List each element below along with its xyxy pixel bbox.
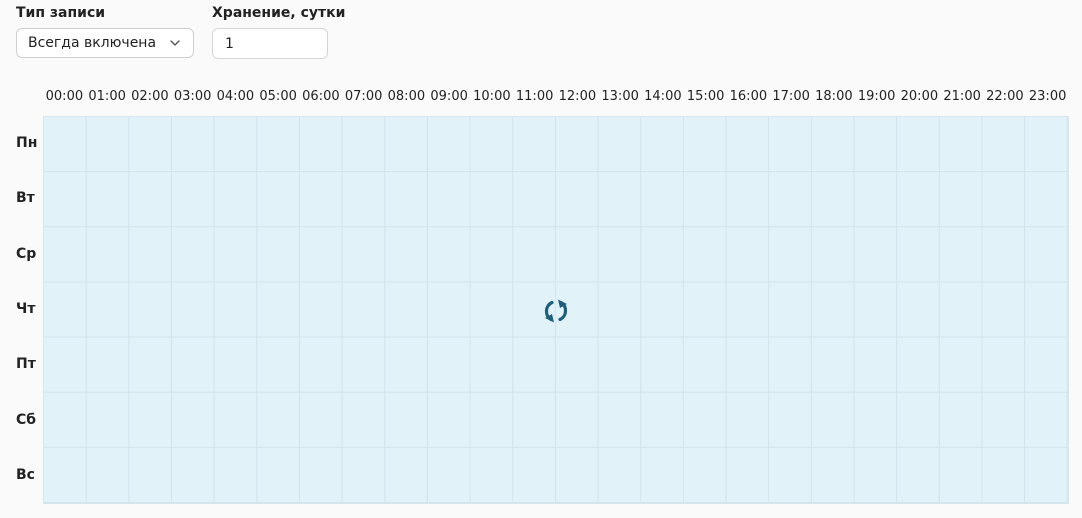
day-label: Пт — [16, 356, 36, 373]
day-label: Пн — [16, 134, 38, 151]
day-label: Вс — [16, 467, 35, 484]
recording-schedule-panel: Тип записи Всегда включена Хранение, сут… — [0, 0, 1082, 518]
day-axis: Пн Вт Ср Чт Пт Сб Вс — [0, 116, 43, 504]
record-type-label: Тип записи — [16, 5, 106, 21]
hour-label: 23:00 — [1028, 89, 1067, 104]
day-label: Ср — [16, 245, 37, 262]
storage-days-label: Хранение, сутки — [212, 5, 346, 21]
record-type-select[interactable]: Всегда включена — [16, 28, 194, 58]
chevron-down-icon — [170, 40, 180, 46]
day-label: Чт — [16, 301, 36, 317]
record-type-value: Всегда включена — [28, 35, 157, 51]
storage-days-input[interactable] — [212, 28, 328, 59]
day-label: Сб — [16, 411, 37, 428]
day-label: Вт — [16, 190, 35, 207]
hour-axis: 00:00 01:00 02:00 03:00 04:00 05:00 06:00 07:00… — [43, 89, 1069, 105]
refresh-icon — [544, 299, 568, 323]
